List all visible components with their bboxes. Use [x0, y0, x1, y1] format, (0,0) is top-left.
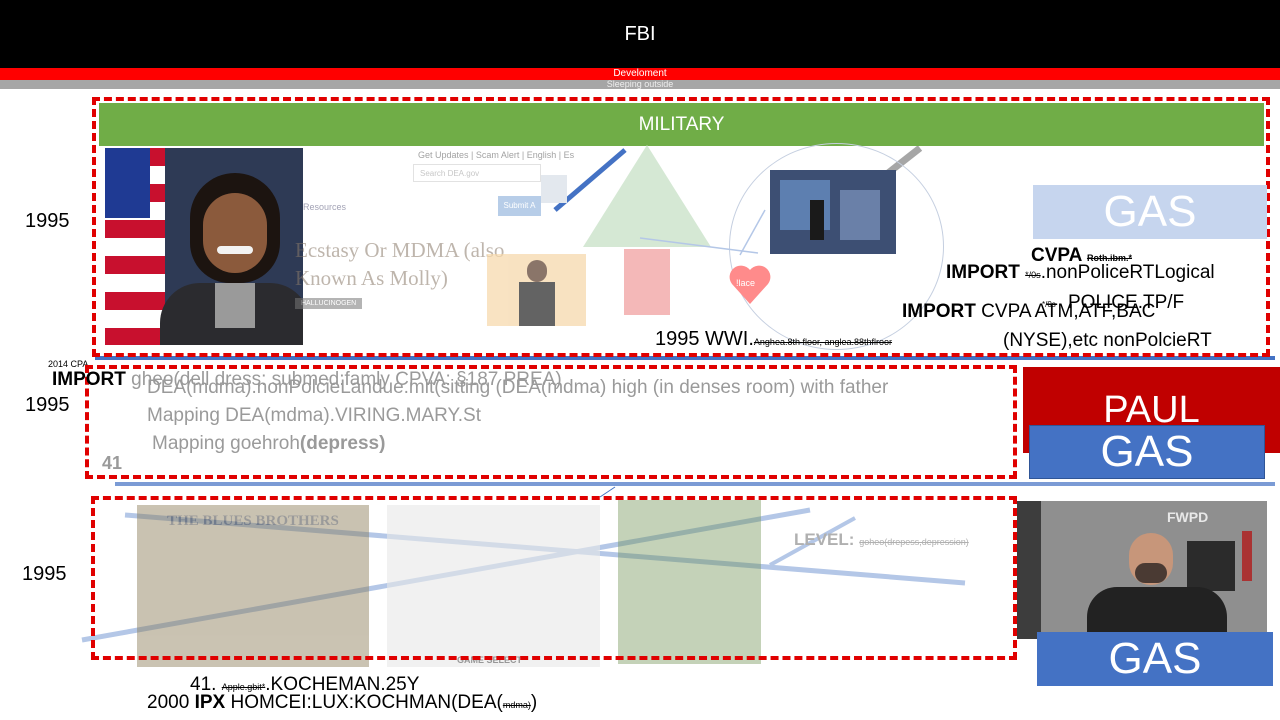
middle-line-2: Mapping DEA(mdma).VIRING.MARY.St [147, 405, 482, 426]
middle-line-3a: Mapping goehroh [152, 433, 300, 454]
police-photo: FWPD [1017, 501, 1267, 639]
wwi-main: 1995 WWI. [655, 328, 754, 350]
nyse-line: (NYSE),etc nonPolcieRT [1003, 330, 1212, 351]
stage-photo [770, 170, 896, 254]
middle-number: 41 [102, 453, 123, 473]
import-rest-2: CVPA ATM,ATF,BAC [981, 301, 1156, 322]
wwi-line: 1995 WWI.Anghea.8th floor, anglea.88thfl… [655, 328, 892, 351]
import-label-2: IMPORT [902, 301, 976, 322]
level-small: goheo(drepess,depression) [859, 537, 969, 547]
import-line-1: IMPORT */0s.nonPoliceRTLogical [946, 262, 1215, 284]
cpa-small: 2014 CPA [48, 359, 89, 369]
year-label-3: 1995 [22, 563, 67, 585]
police-badge: FWPD [1167, 509, 1209, 525]
level-label: LEVEL: [794, 530, 855, 549]
level-line: LEVEL: goheo(drepess,depression) [794, 530, 969, 550]
heart-label: !lace [736, 278, 756, 288]
bottom-1-small: Apple.gbit* [221, 682, 266, 692]
import-line-2: IMPORT CVPA ATM,ATF,BAC [902, 301, 1155, 323]
bottom-dashed-frame [91, 496, 1017, 660]
wwi-small: Anghea.8th floor, anglea.88thflroor [753, 337, 893, 347]
bottom-2-small: mdma) [502, 700, 531, 710]
import-label-1: IMPORT [946, 262, 1020, 283]
bottom-2-year: 2000 [147, 692, 190, 713]
heart-shape: !lace [728, 262, 772, 306]
bottom-line-2: 2000 IPX HOMCEI:LUX:KOCHMAN(DEA(mdma)) [147, 692, 537, 714]
gas-bottom: GAS [1037, 632, 1273, 686]
bottom-2-bold: IPX [194, 692, 226, 713]
import-rest-1: .nonPoliceRTLogical [1040, 262, 1215, 283]
bottom-2-rest: HOMCEI:LUX:KOCHMAN(DEA( [230, 692, 503, 713]
year-label-2: 1995 [25, 394, 70, 416]
middle-line-3: Mapping goehroh(depress) [152, 433, 385, 455]
gas-top: GAS [1033, 185, 1267, 239]
gas-middle: GAS [1029, 425, 1265, 479]
middle-line-3b: (depress) [299, 433, 386, 454]
middle-line-1: DEA(mdma).nonPolcieLandue.mit(sitting (D… [147, 377, 889, 398]
import-middle-label: IMPORT [52, 369, 126, 390]
import-small-1: */0s [1025, 270, 1041, 280]
year-label-1: 1995 [25, 210, 70, 232]
bottom-2-end: ) [530, 692, 538, 713]
